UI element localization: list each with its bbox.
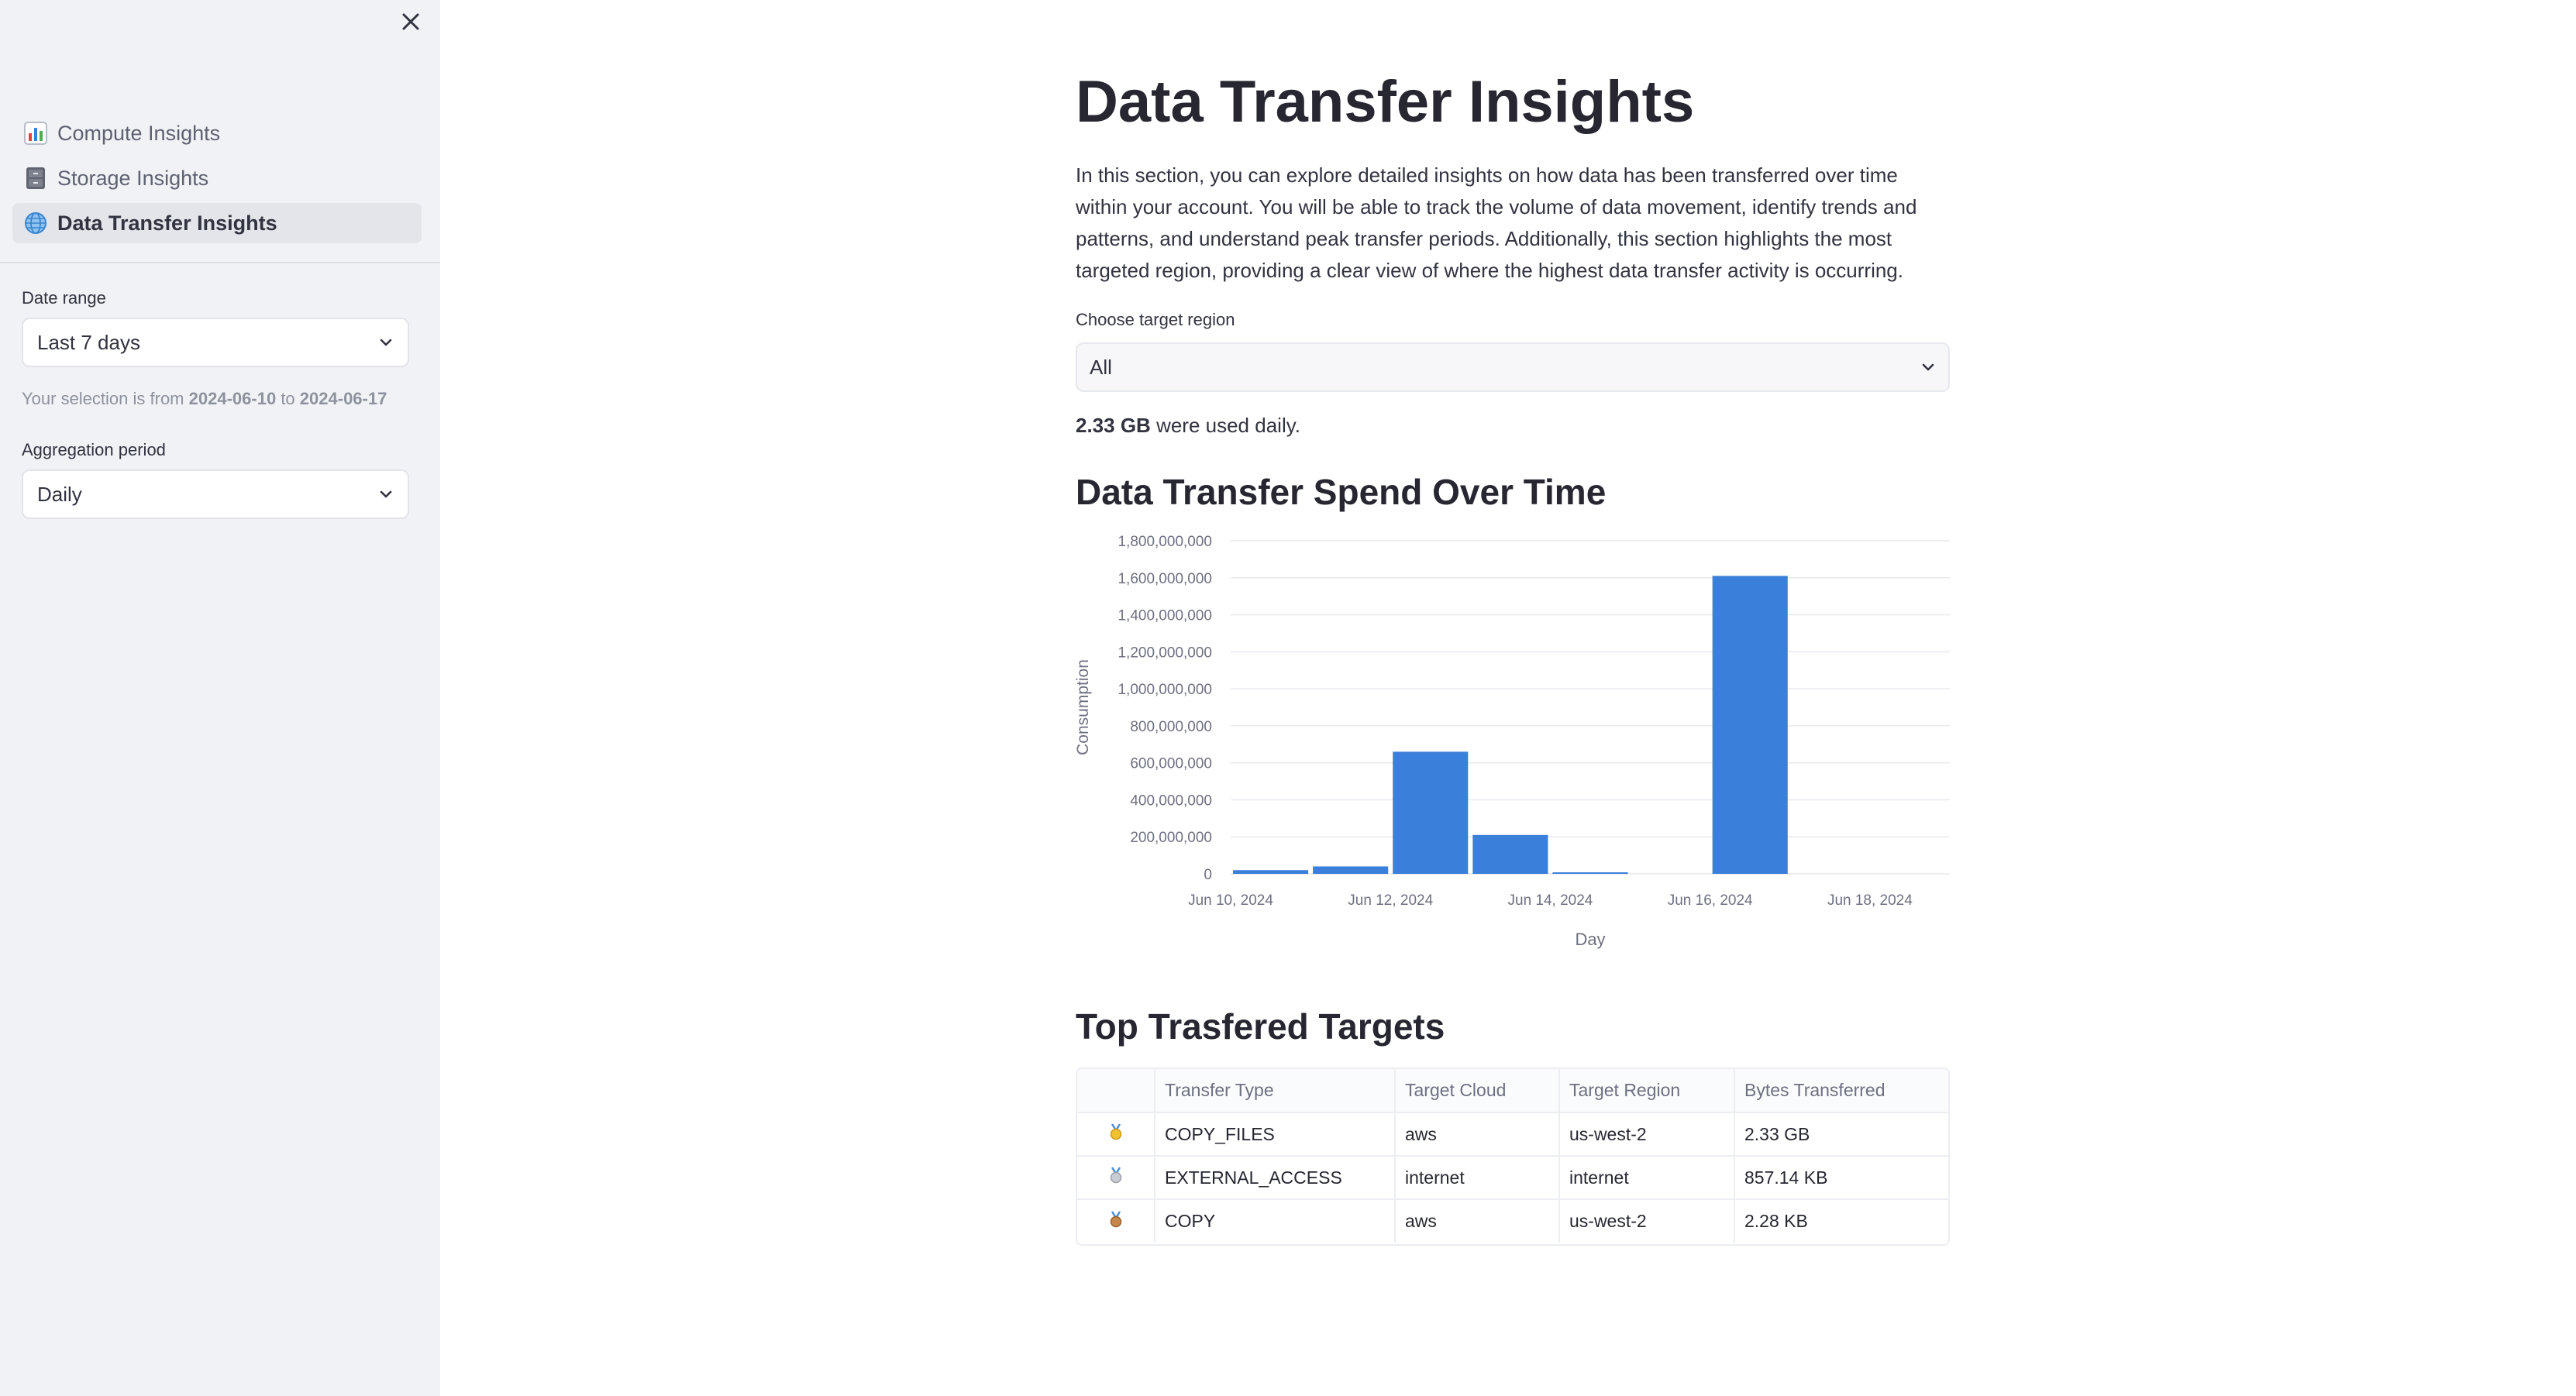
y-tick-label: 1,400,000,000 xyxy=(1118,608,1212,624)
chart-section-title: Data Transfer Spend Over Time xyxy=(1076,472,1607,512)
y-tick-label: 200,000,000 xyxy=(1130,830,1212,846)
x-axis-label: Day xyxy=(1575,930,1605,949)
sidebar-item-label: Data Transfer Insights xyxy=(57,211,277,235)
column-header-target-region[interactable]: Target Region xyxy=(1559,1069,1735,1113)
selection-start-date: 2024-06-10 xyxy=(188,389,277,408)
sidebar-divider xyxy=(0,262,440,263)
date-range-select[interactable]: Last 7 days xyxy=(22,318,409,367)
bar-jun-13-2024 xyxy=(1472,834,1548,874)
y-tick-label: 400,000,000 xyxy=(1130,793,1212,809)
sidebar-item-label: Compute Insights xyxy=(57,121,221,145)
sidebar-item-compute-insights[interactable]: Compute Insights xyxy=(12,113,422,153)
target-region-cell: us-west-2 xyxy=(1559,1199,1735,1243)
bar-jun-10-2024 xyxy=(1233,870,1309,874)
chevron-down-icon xyxy=(380,490,392,498)
chevron-down-icon xyxy=(380,339,392,346)
table-header-row: Transfer Type Target Cloud Target Region… xyxy=(1077,1069,1948,1113)
y-tick-label: 1,800,000,000 xyxy=(1118,534,1212,550)
sidebar-item-storage-insights[interactable]: Storage Insights xyxy=(12,158,422,198)
bytes-transferred-cell: 2.33 GB xyxy=(1734,1112,1948,1157)
bar-jun-12-2024 xyxy=(1393,751,1469,874)
target-cloud-cell: aws xyxy=(1395,1112,1560,1157)
rank-cell xyxy=(1077,1156,1155,1200)
transfer-type-cell: EXTERNAL_ACCESS xyxy=(1155,1156,1396,1200)
table-row: COPY aws us-west-2 2.28 KB xyxy=(1077,1199,1948,1243)
x-tick-label: Jun 12, 2024 xyxy=(1348,892,1433,909)
bar-jun-14-2024 xyxy=(1552,872,1628,874)
x-tick-label: Jun 18, 2024 xyxy=(1827,892,1913,909)
target-region-cell: us-west-2 xyxy=(1559,1112,1735,1157)
sidebar-item-label: Storage Insights xyxy=(57,166,209,190)
column-header-rank xyxy=(1077,1069,1155,1113)
bar-chart-icon xyxy=(23,121,48,146)
intro-paragraph: In this section, you can explore detaile… xyxy=(1076,163,1917,282)
daily-usage-summary: 2.33 GB were used daily. xyxy=(1076,414,1300,438)
bytes-transferred-cell: 2.28 KB xyxy=(1744,1211,1808,1231)
table-row: COPY_FILES aws us-west-2 2.33 GB xyxy=(1077,1112,1948,1157)
close-sidebar-button[interactable] xyxy=(397,8,425,36)
selection-note-joiner: to xyxy=(281,389,295,408)
y-tick-label: 0 xyxy=(1204,867,1212,883)
column-header-transfer-type[interactable]: Transfer Type xyxy=(1155,1069,1396,1113)
sidebar-nav: Compute Insights Storage Insights Data T… xyxy=(12,113,422,248)
bar-jun-16-2024 xyxy=(1712,576,1788,874)
close-icon xyxy=(402,13,419,30)
rank-cell xyxy=(1077,1199,1155,1243)
sidebar: Compute Insights Storage Insights Data T… xyxy=(0,0,440,1396)
aggregation-period-value: Daily xyxy=(37,482,82,506)
gold-medal-icon xyxy=(1107,1123,1124,1140)
bytes-transferred-cell: 857.14 KB xyxy=(1734,1156,1948,1200)
table-row: EXTERNAL_ACCESS internet internet 857.14… xyxy=(1077,1156,1948,1200)
date-range-label: Date range xyxy=(22,288,106,308)
transfer-chart: 0 200,000,000 400,000,000 600,000,000 800,00… xyxy=(1074,527,1950,953)
x-tick-label: Jun 16, 2024 xyxy=(1668,892,1753,909)
column-header-target-cloud[interactable]: Target Cloud xyxy=(1395,1069,1560,1113)
file-cabinet-icon xyxy=(23,166,48,191)
page-title: Data Transfer Insights xyxy=(1076,69,1695,135)
y-tick-label: 1,000,000,000 xyxy=(1118,682,1212,698)
silver-medal-icon xyxy=(1107,1167,1124,1184)
y-tick-label: 800,000,000 xyxy=(1130,719,1212,735)
daily-usage-suffix: were used daily. xyxy=(1156,414,1301,437)
selection-note-prefix: Your selection is from xyxy=(22,389,184,408)
rank-cell xyxy=(1077,1112,1155,1157)
date-range-value: Last 7 days xyxy=(37,330,140,354)
target-cloud-cell: aws xyxy=(1395,1199,1560,1243)
target-region-cell: internet xyxy=(1559,1156,1735,1200)
transfer-type-cell: COPY xyxy=(1155,1199,1396,1243)
bronze-medal-icon xyxy=(1107,1210,1124,1228)
sidebar-item-data-transfer-insights[interactable]: Data Transfer Insights xyxy=(12,203,422,243)
x-tick-label: Jun 14, 2024 xyxy=(1508,892,1593,909)
y-tick-label: 600,000,000 xyxy=(1130,756,1212,772)
x-tick-label: Jun 10, 2024 xyxy=(1188,892,1273,909)
selection-end-date: 2024-06-17 xyxy=(299,389,387,408)
bar-jun-11-2024 xyxy=(1313,866,1389,874)
target-region-value: All xyxy=(1090,355,1112,379)
top-targets-table: Transfer Type Target Cloud Target Region… xyxy=(1076,1068,1950,1246)
aggregation-period-label: Aggregation period xyxy=(22,440,166,459)
y-axis-label: Consumption xyxy=(1076,659,1092,755)
globe-icon xyxy=(23,211,48,236)
aggregation-period-select[interactable]: Daily xyxy=(22,469,409,519)
y-tick-label: 1,600,000,000 xyxy=(1118,571,1212,587)
y-tick-label: 1,200,000,000 xyxy=(1118,645,1212,661)
column-header-bytes-transferred[interactable]: Bytes Transferred xyxy=(1734,1069,1948,1113)
chevron-down-icon xyxy=(1922,363,1934,371)
transfer-type-cell: COPY_FILES xyxy=(1155,1112,1396,1157)
table-section-title: Top Trasfered Targets xyxy=(1076,1006,1445,1047)
target-region-select[interactable]: All xyxy=(1076,342,1950,392)
target-cloud-cell: internet xyxy=(1395,1156,1560,1200)
transfer-bar-chart: 0 200,000,000 400,000,000 600,000,000 800,00… xyxy=(1074,534,1950,949)
daily-usage-amount: 2.33 GB xyxy=(1076,414,1151,437)
target-region-label: Choose target region xyxy=(1076,310,1235,329)
selection-note: Your selection is from 2024-06-10 to 202… xyxy=(22,389,387,409)
